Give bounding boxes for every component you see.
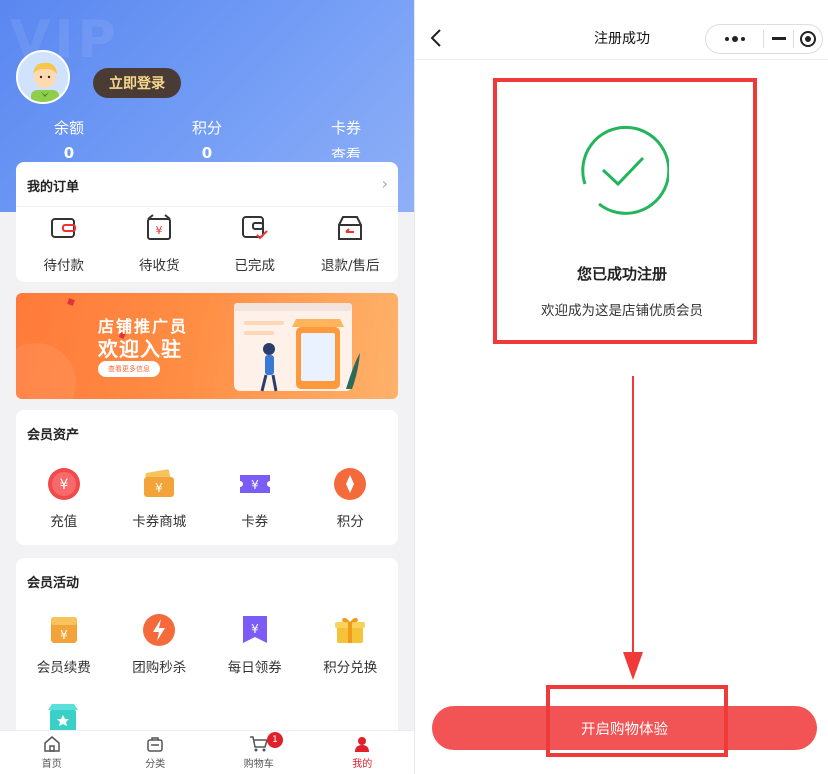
banner-illustration (16, 298, 360, 399)
tab-label: 首页 (41, 759, 62, 770)
home-icon (44, 736, 60, 752)
activity-item-points-exchange[interactable]: 积分兑换 (303, 612, 399, 676)
svg-text:¥: ¥ (60, 628, 68, 642)
refund-box-icon (332, 210, 368, 246)
activity-item-renew[interactable]: ¥ 会员续费 (16, 612, 112, 676)
user-icon (355, 737, 370, 752)
avatar-illustration (18, 52, 68, 102)
activity-item-daily-coupon[interactable]: ¥ 每日领券 (207, 612, 303, 676)
annotation-box-cta (546, 685, 728, 757)
stat-label: 余额 (53, 119, 84, 137)
stat-coupons[interactable]: 卡券 查看 (306, 117, 386, 158)
annotation-arrow (623, 376, 643, 680)
minimize-icon[interactable] (764, 25, 793, 53)
flash-sale-icon (141, 612, 177, 648)
asset-label: 卡券商城 (132, 514, 187, 530)
activity-label: 积分兑换 (323, 660, 378, 676)
stat-label: 卡券 (330, 119, 361, 137)
category-icon (147, 737, 163, 752)
login-button[interactable]: 立即登录 (93, 68, 181, 98)
asset-item-coupon-mall[interactable]: ¥ 卡券商城 (112, 466, 208, 530)
activities-grid: ¥ 会员续费 团购秒杀 ¥ 每日领券 积分兑换 (16, 612, 398, 676)
close-target-icon[interactable] (794, 25, 822, 53)
orders-card: 我的订单 › 待付款 ¥ 待收货 已完成 退款/售后 (16, 162, 398, 282)
nav-bar: 注册成功 (415, 0, 828, 60)
yuan-box-icon: ¥ (141, 210, 177, 246)
tab-mine[interactable]: 我的 (311, 731, 415, 774)
chevron-right-icon[interactable]: › (382, 174, 388, 193)
activity-label: 会员续费 (36, 660, 91, 676)
tab-label: 我的 (352, 759, 373, 770)
orders-title: 我的订单 (27, 180, 80, 195)
asset-label: 充值 (50, 514, 78, 530)
cart-badge: 1 (267, 732, 284, 748)
order-item-completed[interactable]: 已完成 (207, 210, 303, 274)
tab-home[interactable]: 首页 (0, 731, 104, 774)
orders-grid: 待付款 ¥ 待收货 已完成 退款/售后 (16, 210, 398, 274)
activity-label: 团购秒杀 (132, 660, 187, 676)
order-label: 已完成 (234, 258, 276, 274)
assets-title: 会员资产 (27, 428, 80, 443)
cart-icon (249, 736, 268, 752)
asset-item-recharge[interactable]: ¥ 充值 (16, 466, 112, 530)
activities-title: 会员活动 (27, 576, 80, 591)
register-success-screen: 注册成功 您已成功注册 欢迎成为这是店铺优质会员 开启购物体验 (414, 0, 828, 774)
asset-label: 卡券 (241, 514, 269, 530)
renew-icon: ¥ (46, 612, 82, 648)
member-activities-card: 会员活动 ¥ 会员续费 团购秒杀 ¥ 每日领券 积分兑换 (16, 558, 398, 748)
svg-text:¥: ¥ (59, 477, 68, 493)
annotation-box-success (493, 78, 757, 344)
banner-more-button[interactable]: 查看更多信息 (98, 361, 160, 377)
avatar[interactable] (16, 50, 70, 104)
recharge-icon: ¥ (46, 466, 82, 502)
coupon-mall-icon: ¥ (141, 466, 177, 502)
stat-points[interactable]: 积分 0 (167, 117, 247, 158)
assets-grid: ¥ 充值 ¥ 卡券商城 ¥ 卡券 积分 (16, 466, 398, 530)
banner-line2: 欢迎入驻 (98, 337, 182, 361)
order-label: 待收货 (139, 258, 180, 274)
order-label: 待付款 (43, 258, 85, 274)
divider (16, 206, 398, 207)
order-item-pending-payment[interactable]: 待付款 (16, 210, 112, 274)
mini-program-capsule (705, 24, 823, 54)
tab-cart[interactable]: 1 购物车 (207, 731, 311, 774)
svg-text:¥: ¥ (251, 478, 259, 492)
gift-icon (332, 612, 368, 648)
wallet-icon (46, 210, 82, 246)
stat-label: 积分 (191, 119, 222, 137)
more-dots-icon[interactable] (706, 25, 763, 53)
activity-item-flash-sale[interactable]: 团购秒杀 (112, 612, 208, 676)
member-center-screen: VIP 立即登录 余额 0 积分 0 卡券 查看 我的订单 › 待付款 ¥ 待收… (0, 0, 414, 774)
tab-category[interactable]: 分类 (104, 731, 208, 774)
tab-label: 分类 (145, 759, 166, 770)
stat-value: 0 (201, 144, 213, 158)
tab-label: 购物车 (243, 759, 274, 770)
svg-text:¥: ¥ (155, 481, 163, 495)
member-assets-card: 会员资产 ¥ 充值 ¥ 卡券商城 ¥ 卡券 积分 (16, 410, 398, 545)
points-icon (332, 466, 368, 502)
coupon-icon: ¥ (237, 466, 273, 502)
order-label: 退款/售后 (320, 258, 380, 274)
order-item-refund[interactable]: 退款/售后 (303, 210, 399, 274)
stat-balance[interactable]: 余额 0 (29, 117, 109, 158)
stat-value: 查看 (330, 146, 361, 158)
stat-value: 0 (63, 144, 75, 158)
wallet-check-icon (237, 210, 273, 246)
daily-coupon-icon: ¥ (237, 612, 273, 648)
asset-item-points[interactable]: 积分 (303, 466, 399, 530)
activity-label: 每日领券 (227, 660, 282, 676)
order-item-to-receive[interactable]: ¥ 待收货 (112, 210, 208, 274)
svg-text:¥: ¥ (251, 622, 259, 636)
asset-item-coupon[interactable]: ¥ 卡券 (207, 466, 303, 530)
svg-text:¥: ¥ (156, 224, 163, 237)
asset-label: 积分 (336, 514, 364, 530)
promoter-banner[interactable]: 店铺推广员 欢迎入驻 查看更多信息 (16, 293, 398, 399)
bottom-tabbar: 首页 分类 1 购物车 我的 (0, 730, 414, 774)
